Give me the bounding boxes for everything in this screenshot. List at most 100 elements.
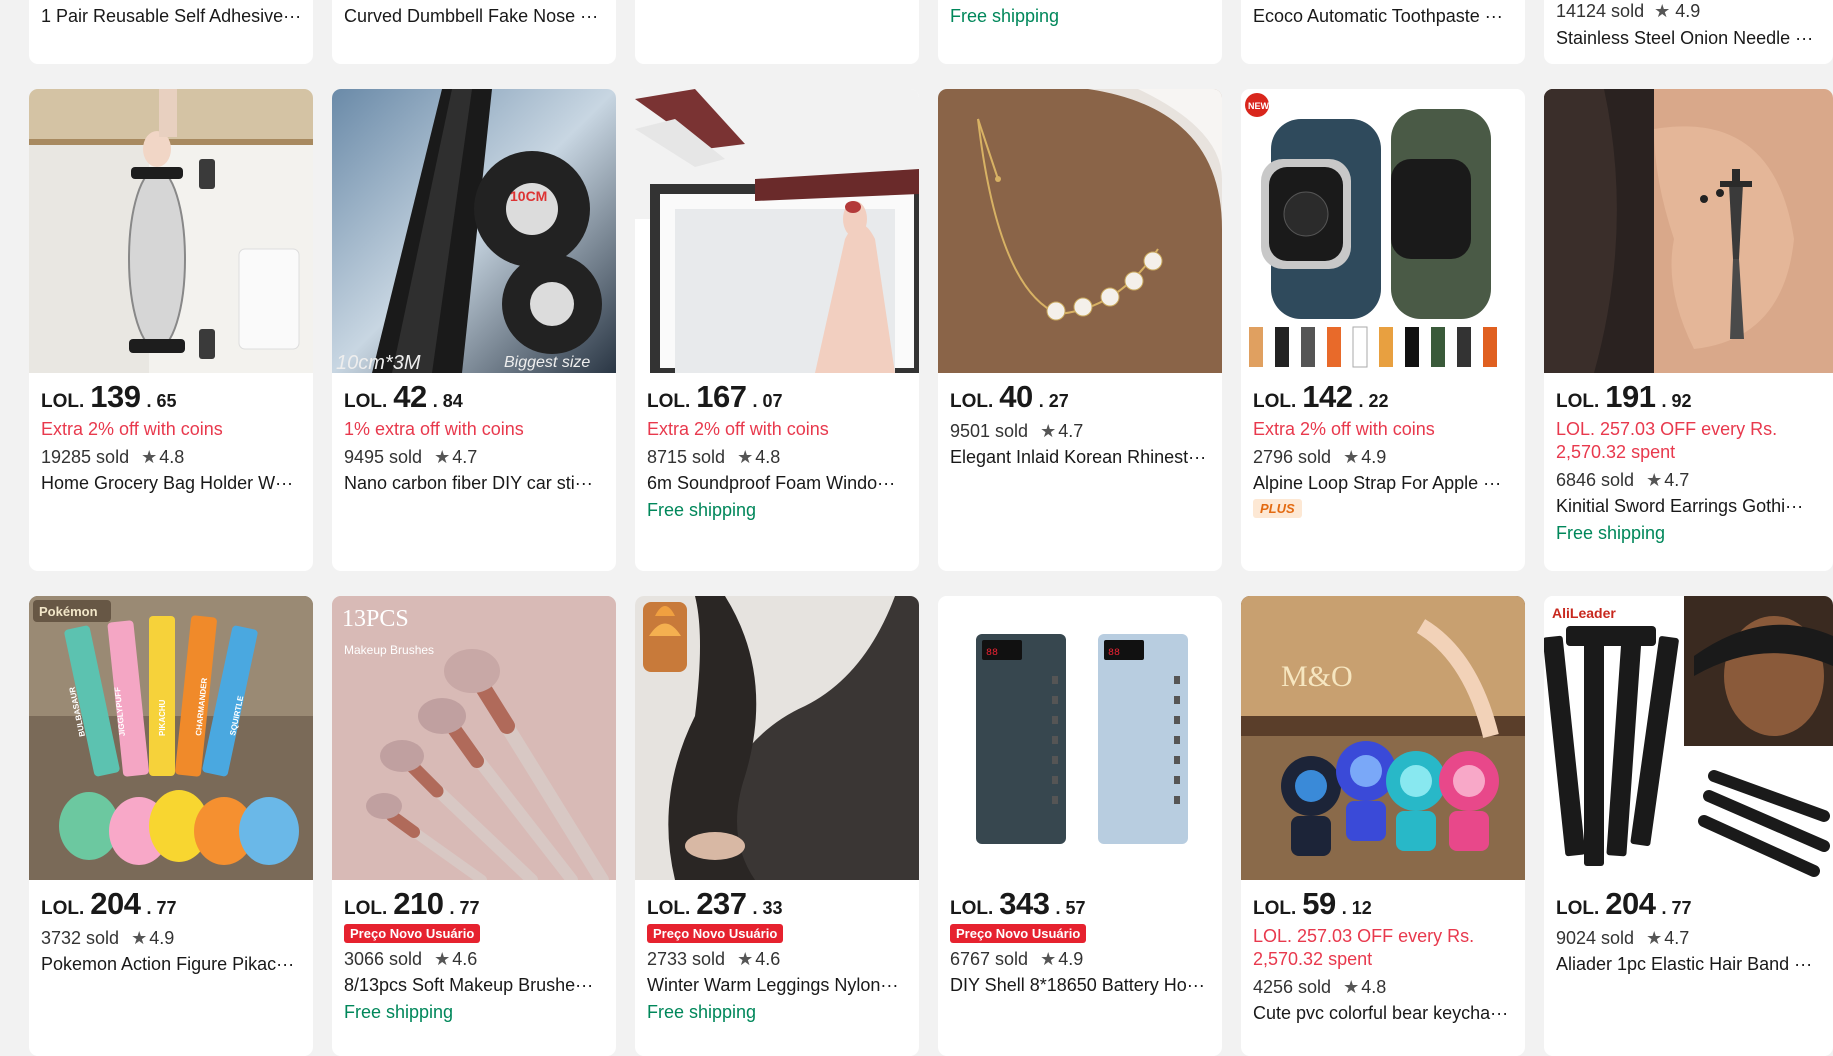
price-integer: 59: [1302, 886, 1336, 921]
watch-strap-illustration: NEW: [1241, 89, 1525, 373]
sold-count: 3732 sold: [41, 928, 120, 948]
price-decimal: . 65: [146, 391, 177, 411]
product-card[interactable]: 88 88 LOL. 343 . 57 Preço Novo Usuário 6…: [938, 596, 1222, 1056]
product-card[interactable]: Curved Dumbbell Fake Nose ···: [332, 0, 616, 64]
star-icon: ★: [737, 447, 754, 467]
price-currency: LOL.: [1556, 898, 1600, 919]
price-currency: LOL.: [41, 898, 85, 919]
promo-text: 1% extra off with coins: [344, 419, 524, 439]
product-card[interactable]: Pokémon BULBASAUR JIGGLYPUFF PIKACHU CHA…: [29, 596, 313, 1056]
sold-rating: 2733 sold ★ 4.6: [647, 947, 909, 971]
display-readout: 88: [986, 648, 998, 659]
sold-rating: 9495 sold ★ 4.7: [344, 445, 606, 469]
product-title[interactable]: Stainless Steel Onion Needle ···: [1556, 28, 1818, 49]
price-integer: 191: [1605, 379, 1656, 414]
product-title[interactable]: Pokemon Action Figure Pikac···: [41, 952, 303, 976]
product-image[interactable]: 10CM 10cm*3M Biggest size: [332, 89, 616, 373]
brand-label: Pokémon: [39, 604, 98, 619]
sold-count: 8715 sold: [647, 447, 726, 467]
price-integer: 210: [393, 886, 444, 921]
product-title[interactable]: Alpine Loop Strap For Apple ···: [1253, 471, 1515, 495]
product-image[interactable]: AliLeader: [1544, 596, 1833, 880]
star-icon: ★: [434, 949, 451, 969]
promo-text: LOL. 257.03 OFF every Rs. 2,570.32 spent: [1253, 926, 1475, 969]
sold-count: 3066 sold: [344, 949, 423, 969]
product-card[interactable]: LOL. 237 . 33 Preço Novo Usuário 2733 so…: [635, 596, 919, 1056]
product-card[interactable]: 14124 sold ★ 4.9 Stainless Steel Onion Ne…: [1544, 0, 1833, 64]
sold-rating: 3066 sold ★ 4.6: [344, 947, 606, 971]
product-image[interactable]: 88 88: [938, 596, 1222, 880]
star-icon: ★: [141, 447, 158, 467]
rating-value: 4.7: [1664, 470, 1690, 490]
product-card[interactable]: 13PCS Makeup Brushes LOL. 210 . 77 Preço…: [332, 596, 616, 1056]
product-image[interactable]: M&O: [1241, 596, 1525, 880]
product-title[interactable]: Cute pvc colorful bear keycha···: [1253, 1001, 1515, 1025]
leggings-illustration: [635, 596, 919, 880]
sold-count: 2733 sold: [647, 949, 726, 969]
sold-rating: 9501 sold ★ 4.7: [950, 419, 1212, 443]
product-card[interactable]: 10CM 10cm*3M Biggest size LOL. 42 . 84 1…: [332, 89, 616, 571]
price-currency: LOL.: [1556, 391, 1600, 412]
product-title[interactable]: Curved Dumbbell Fake Nose ···: [344, 6, 606, 27]
window-seal-illustration: [635, 89, 919, 373]
product-card[interactable]: 1 Pair Reusable Self Adhesive···: [29, 0, 313, 64]
product-title[interactable]: Winter Warm Leggings Nylon···: [647, 973, 909, 997]
product-card[interactable]: Ecoco Automatic Toothpaste ···: [1241, 0, 1525, 64]
rating-value: 4.8: [755, 447, 781, 467]
product-card[interactable]: LOL. 139 . 65 Extra 2% off with coins 19…: [29, 89, 313, 571]
sold-rating: 19285 sold ★ 4.8: [41, 445, 303, 469]
product-image[interactable]: 13PCS Makeup Brushes: [332, 596, 616, 880]
price: LOL. 42 . 84: [344, 379, 606, 414]
product-card[interactable]: NEW LOL. 142 . 22 Extra 2% off with coin…: [1241, 89, 1525, 571]
price-decimal: . 77: [449, 898, 480, 918]
battery-shell-illustration: 88 88: [938, 596, 1222, 880]
price-integer: 237: [696, 886, 747, 921]
price: LOL. 40 . 27: [950, 379, 1212, 414]
sold-count: 19285 sold: [41, 447, 130, 467]
carbon-tape-illustration: 10CM 10cm*3M Biggest size: [332, 89, 616, 373]
sold-rating: 4256 sold ★ 4.8: [1253, 975, 1515, 999]
product-title[interactable]: Aliader 1pc Elastic Hair Band ···: [1556, 952, 1823, 976]
product-card[interactable]: [635, 0, 919, 64]
product-card[interactable]: M&O LOL. 59 . 12 LOL. 257.03 OFF every R…: [1241, 596, 1525, 1056]
price-decimal: . 12: [1341, 898, 1372, 918]
sold-count: 9495 sold: [344, 447, 423, 467]
product-title[interactable]: Home Grocery Bag Holder W···: [41, 471, 303, 495]
product-title[interactable]: 6m Soundproof Foam Windo···: [647, 471, 909, 495]
price-integer: 204: [90, 886, 141, 921]
product-card[interactable]: LOL. 40 . 27 9501 sold ★ 4.7 Elegant Inlai…: [938, 89, 1222, 571]
product-image[interactable]: [938, 89, 1222, 373]
promo-text: LOL. 257.03 OFF every Rs. 2,570.32 spent: [1556, 419, 1778, 462]
product-title[interactable]: Elegant Inlaid Korean Rhinest···: [950, 445, 1212, 469]
product-card[interactable]: AliLeader LOL. 204 . 77 9024 sold ★ 4.7 …: [1544, 596, 1833, 1056]
product-image[interactable]: [29, 89, 313, 373]
product-card[interactable]: LOL. 167 . 07 Extra 2% off with coins 87…: [635, 89, 919, 571]
image-overlay-text: Biggest size: [504, 354, 590, 371]
hair-band-illustration: AliLeader: [1544, 596, 1833, 880]
rating-value: 4.9: [1675, 1, 1701, 21]
product-card[interactable]: LOL. 191 . 92 LOL. 257.03 OFF every Rs. …: [1544, 89, 1833, 571]
price-integer: 167: [696, 379, 747, 414]
image-overlay-text: 10cm*3M: [336, 352, 421, 373]
product-title[interactable]: Nano carbon fiber DIY car sti···: [344, 471, 606, 495]
price-integer: 40: [999, 379, 1033, 414]
product-image[interactable]: [1544, 89, 1833, 373]
product-title[interactable]: Ecoco Automatic Toothpaste ···: [1253, 6, 1515, 27]
product-image[interactable]: [635, 596, 919, 880]
price: LOL. 142 . 22: [1253, 379, 1515, 414]
product-image[interactable]: NEW: [1241, 89, 1525, 373]
product-image[interactable]: [635, 89, 919, 373]
price-currency: LOL.: [950, 391, 994, 412]
price: LOL. 139 . 65: [41, 379, 303, 414]
product-title[interactable]: 1 Pair Reusable Self Adhesive···: [41, 6, 303, 27]
rating-value: 4.9: [149, 928, 175, 948]
display-readout: 88: [1108, 648, 1120, 659]
product-title[interactable]: Kinitial Sword Earrings Gothi···: [1556, 494, 1823, 518]
sold-count: 6846 sold: [1556, 470, 1635, 490]
price-integer: 142: [1302, 379, 1353, 414]
product-title[interactable]: 8/13pcs Soft Makeup Brushe···: [344, 973, 606, 997]
product-image[interactable]: Pokémon BULBASAUR JIGGLYPUFF PIKACHU CHA…: [29, 596, 313, 880]
product-title[interactable]: DIY Shell 8*18650 Battery Ho···: [950, 973, 1212, 997]
rating-value: 4.7: [1664, 928, 1690, 948]
product-card[interactable]: Free shipping: [938, 0, 1222, 64]
